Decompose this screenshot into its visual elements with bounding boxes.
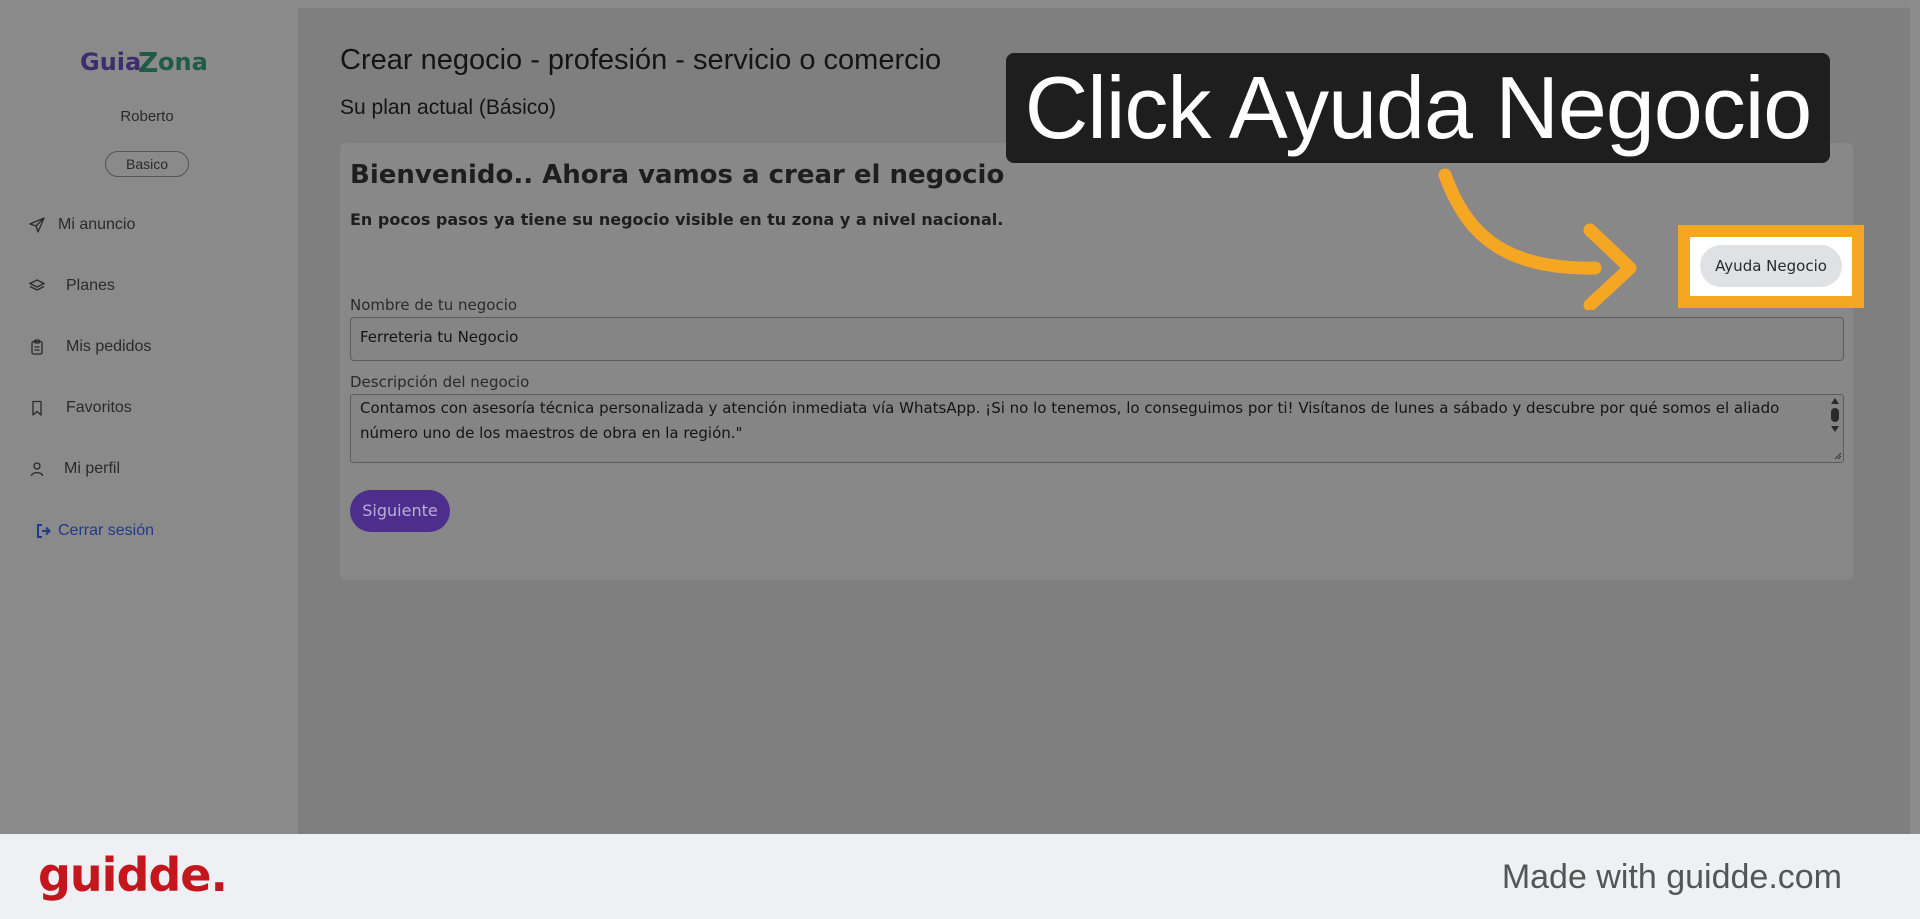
layers-icon [28,277,46,295]
username: Roberto [120,108,174,125]
sign-out-icon [36,523,52,539]
scroll-down-icon[interactable] [1831,426,1839,432]
help-business-button[interactable]: Ayuda Negocio [1700,245,1842,287]
sidebar-item-planes[interactable]: Planes [28,272,115,300]
logout-label: Cerrar sesión [58,522,155,539]
business-name-label: Nombre de tu negocio [350,296,518,314]
description-label: Descripción del negocio [350,373,530,391]
sidebar-item-mi-perfil[interactable]: Mi perfil [28,455,120,483]
plan-badge: Basico [105,151,189,177]
sidebar-item-label: Planes [66,277,115,294]
sidebar-item-favoritos[interactable]: Favoritos [28,394,132,422]
svg-text:ona: ona [158,48,208,76]
send-icon [28,216,46,234]
resize-handle-icon[interactable] [1832,450,1842,460]
guiazona-logo[interactable]: Guia Z ona [80,44,220,80]
description-textarea[interactable]: Contamos con asesoría técnica personaliz… [350,394,1844,463]
user-icon [28,460,46,478]
page-scrollbar[interactable] [1910,0,1920,834]
sidebar-item-mis-pedidos[interactable]: Mis pedidos [28,333,151,361]
made-with-text[interactable]: Made with guidde.com [1502,858,1842,897]
logout-link[interactable]: Cerrar sesión [36,522,154,540]
scroll-thumb[interactable] [1831,408,1839,422]
sidebar-item-mi-anuncio[interactable]: Mi anuncio [28,211,135,239]
sidebar-item-label: Mis pedidos [66,338,152,355]
page-title: Crear negocio - profesión - servicio o c… [340,44,942,76]
welcome-heading: Bienvenido.. Ahora vamos a crear el nego… [350,160,1005,190]
current-plan-text: Su plan actual (Básico) [340,96,556,119]
pointer-arrow-icon [1438,168,1637,310]
clipboard-icon [28,338,46,356]
textarea-scrollbar[interactable] [1830,398,1840,444]
sidebar-item-label: Mi anuncio [58,216,136,233]
guidde-logo[interactable]: guidde. [38,848,228,902]
bookmark-icon [28,399,46,417]
svg-text:Guia: Guia [80,48,141,76]
sidebar-item-label: Mi perfil [64,460,121,477]
welcome-subtitle: En pocos pasos ya tiene su negocio visib… [350,210,1004,229]
instruction-callout: Click Ayuda Negocio [1006,53,1830,163]
scroll-up-icon[interactable] [1831,398,1839,404]
sidebar: Guia Z ona Roberto Basico Mi anuncio Pla… [0,0,298,834]
svg-text:Z: Z [138,46,158,79]
business-name-input[interactable]: Ferreteria tu Negocio [350,317,1844,361]
sidebar-item-label: Favoritos [66,399,132,416]
next-button[interactable]: Siguiente [350,490,450,532]
